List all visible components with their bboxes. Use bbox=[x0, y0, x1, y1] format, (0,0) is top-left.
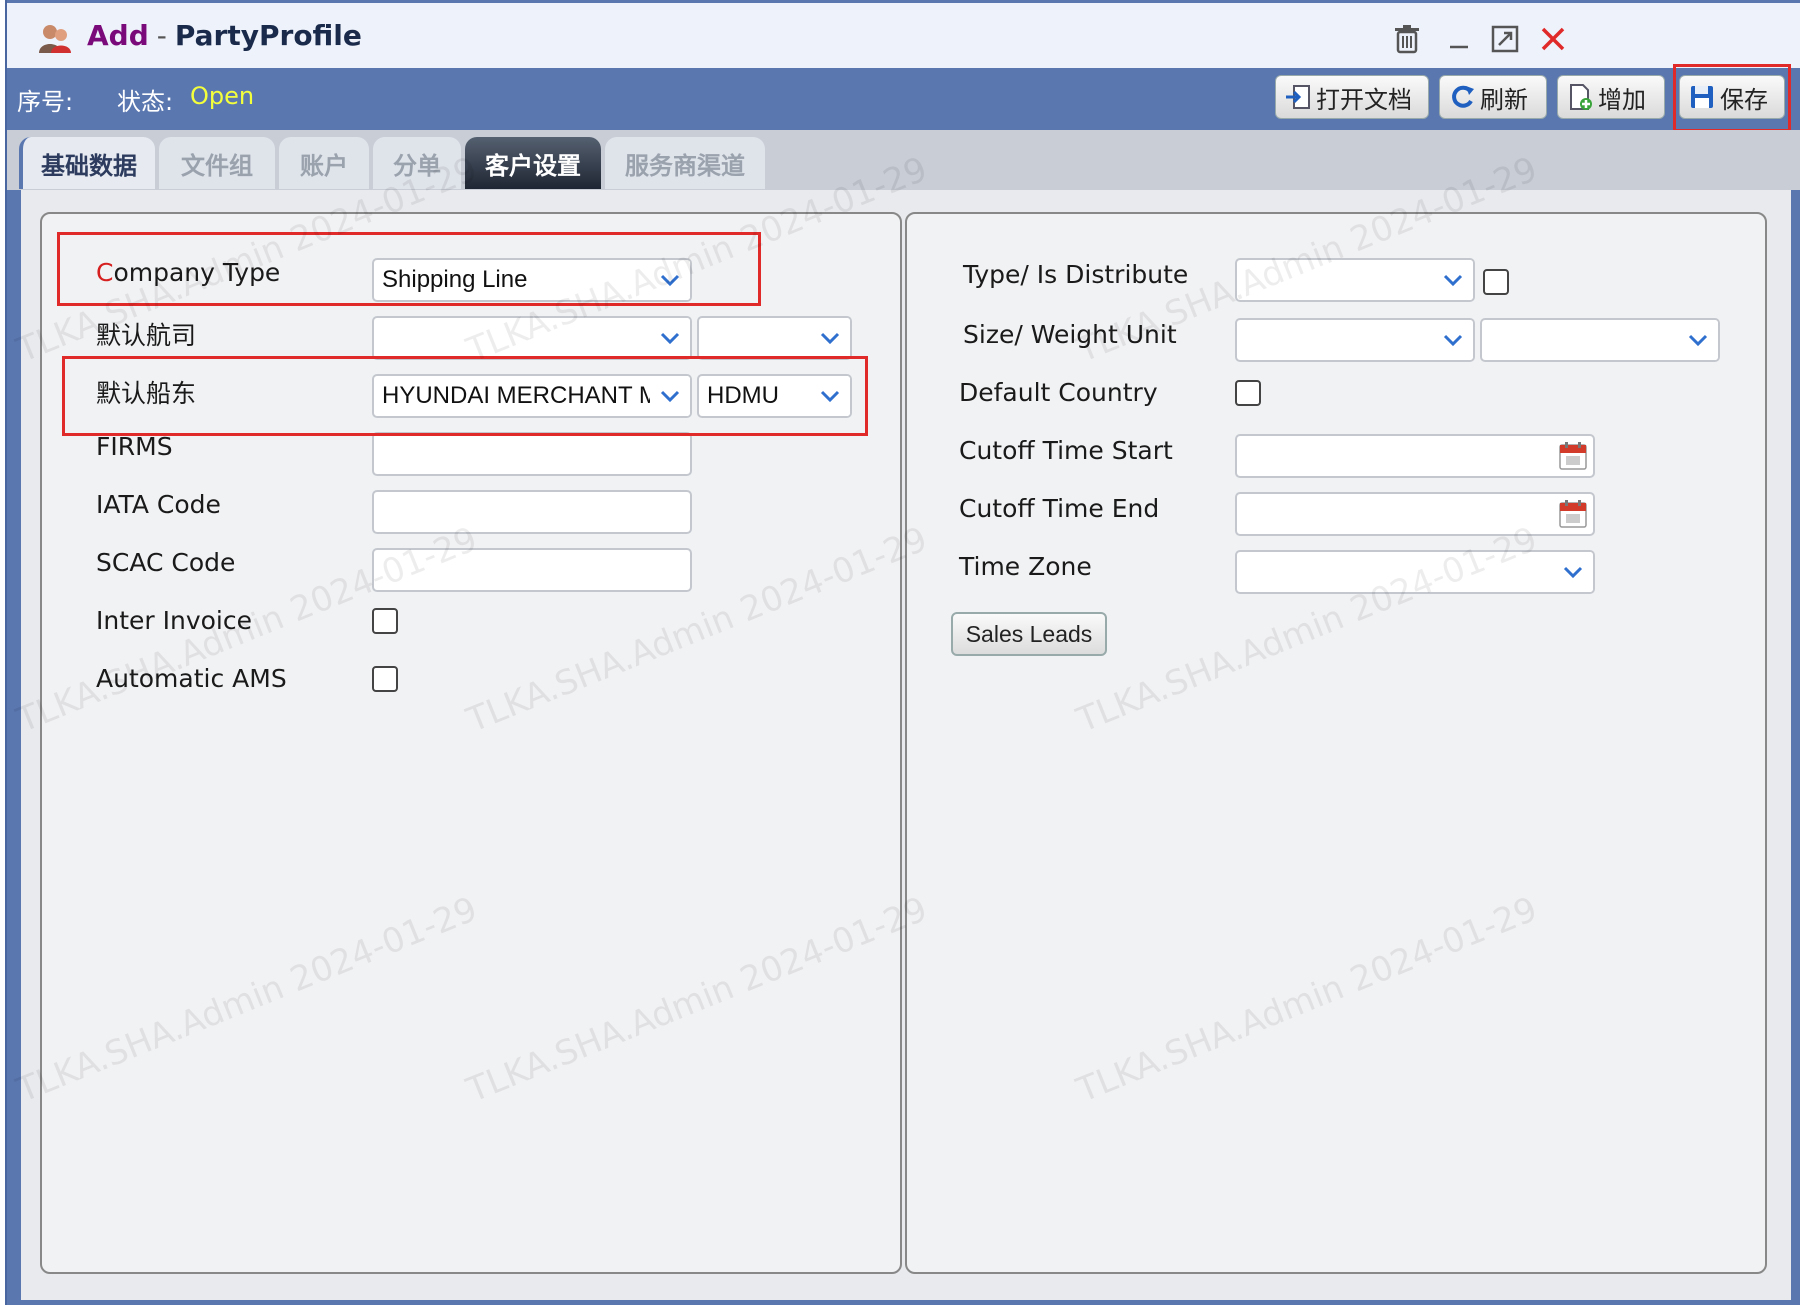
firms-input[interactable] bbox=[372, 432, 692, 476]
iata-code-label: IATA Code bbox=[96, 490, 221, 519]
right-panel: Type/ Is Distribute Size/ Weight Unit De… bbox=[905, 212, 1767, 1274]
window-title: Add - PartyProfile bbox=[87, 19, 362, 52]
add-document-icon bbox=[1570, 84, 1592, 110]
tab-service-channel[interactable]: 服务商渠道 bbox=[605, 137, 765, 189]
tab-customer-settings[interactable]: 客户设置 bbox=[465, 137, 601, 189]
tab-file-group[interactable]: 文件组 bbox=[159, 137, 275, 189]
tab-split-order[interactable]: 分单 bbox=[373, 137, 461, 189]
default-owner-label: 默认船东 bbox=[96, 379, 197, 408]
open-document-label: 打开文档 bbox=[1316, 85, 1412, 114]
open-document-icon bbox=[1286, 85, 1310, 109]
time-zone-select[interactable] bbox=[1235, 550, 1595, 594]
tab-strip: 基础数据 文件组 账户 分单 客户设置 服务商渠道 bbox=[7, 130, 1800, 190]
add-button[interactable]: 增加 bbox=[1557, 75, 1665, 119]
default-owner-value: HYUNDAI MERCHANT MARINE bbox=[382, 382, 690, 409]
status-label: 状态: bbox=[117, 88, 174, 116]
refresh-label: 刷新 bbox=[1480, 85, 1528, 114]
chevron-down-icon[interactable] bbox=[810, 318, 850, 358]
tab-content: Company Type Shipping Line 默认航司 默认船东 HYU… bbox=[11, 149, 1791, 1300]
company-type-label: Company Type bbox=[96, 258, 281, 287]
title-bar: Add - PartyProfile bbox=[7, 0, 1800, 68]
inter-invoice-checkbox[interactable] bbox=[372, 608, 398, 634]
chevron-down-icon[interactable] bbox=[1433, 320, 1473, 360]
type-distribute-label: Type/ Is Distribute bbox=[963, 260, 1189, 289]
default-carrier-label: 默认航司 bbox=[96, 321, 197, 350]
close-icon[interactable] bbox=[1535, 21, 1571, 57]
scac-code-input[interactable] bbox=[372, 548, 692, 592]
calendar-icon[interactable] bbox=[1555, 438, 1591, 474]
automatic-ams-label: Automatic AMS bbox=[96, 664, 287, 693]
calendar-icon[interactable] bbox=[1555, 496, 1591, 532]
company-type-value: Shipping Line bbox=[382, 266, 528, 293]
party-profile-window: Add - PartyProfile 序号: 状态: Open 打开文档 刷新 增加 bbox=[5, 0, 1800, 1305]
iata-code-input[interactable] bbox=[372, 490, 692, 534]
size-unit-select[interactable] bbox=[1235, 318, 1475, 362]
seq-label: 序号: bbox=[17, 88, 74, 116]
maximize-icon[interactable] bbox=[1487, 21, 1523, 57]
time-zone-label: Time Zone bbox=[959, 552, 1092, 581]
tab-account[interactable]: 账户 bbox=[279, 137, 369, 189]
refresh-button[interactable]: 刷新 bbox=[1439, 75, 1547, 119]
automatic-ams-checkbox[interactable] bbox=[372, 666, 398, 692]
toolbar: 序号: 状态: Open 打开文档 刷新 增加 保存 bbox=[7, 68, 1800, 130]
add-label: 增加 bbox=[1598, 85, 1646, 114]
cutoff-end-label: Cutoff Time End bbox=[959, 494, 1160, 523]
chevron-down-icon[interactable] bbox=[650, 318, 690, 358]
title-separator: - bbox=[156, 19, 167, 52]
sales-leads-button[interactable]: Sales Leads bbox=[951, 612, 1107, 656]
size-weight-label: Size/ Weight Unit bbox=[963, 320, 1177, 349]
chevron-down-icon[interactable] bbox=[650, 260, 690, 300]
default-carrier-code-select[interactable] bbox=[697, 316, 852, 360]
cutoff-end-input[interactable] bbox=[1235, 492, 1595, 536]
chevron-down-icon[interactable] bbox=[1433, 260, 1473, 300]
type-select[interactable] bbox=[1235, 258, 1475, 302]
chevron-down-icon[interactable] bbox=[1553, 552, 1593, 592]
tab-basic-data[interactable]: 基础数据 bbox=[19, 137, 155, 189]
title-name: PartyProfile bbox=[174, 19, 362, 52]
cutoff-start-label: Cutoff Time Start bbox=[959, 436, 1173, 465]
refresh-icon bbox=[1452, 85, 1474, 108]
open-document-button[interactable]: 打开文档 bbox=[1275, 75, 1429, 119]
status-value: Open bbox=[190, 82, 255, 110]
default-country-label: Default Country bbox=[959, 378, 1158, 407]
chevron-down-icon[interactable] bbox=[810, 376, 850, 416]
scac-code-label: SCAC Code bbox=[96, 548, 236, 577]
minimize-icon[interactable] bbox=[1441, 21, 1477, 57]
users-icon bbox=[37, 23, 73, 55]
default-carrier-select[interactable] bbox=[372, 316, 692, 360]
default-owner-code-select[interactable]: HDMU bbox=[697, 374, 852, 418]
firms-label: FIRMS bbox=[96, 432, 173, 461]
chevron-down-icon[interactable] bbox=[1678, 320, 1718, 360]
chevron-down-icon[interactable] bbox=[650, 376, 690, 416]
trash-icon[interactable] bbox=[1389, 21, 1425, 57]
save-button-highlight bbox=[1673, 64, 1791, 132]
title-action: Add bbox=[87, 19, 149, 52]
inter-invoice-label: Inter Invoice bbox=[96, 606, 253, 635]
cutoff-start-input[interactable] bbox=[1235, 434, 1595, 478]
weight-unit-select[interactable] bbox=[1480, 318, 1720, 362]
default-country-checkbox[interactable] bbox=[1235, 380, 1261, 406]
left-panel: Company Type Shipping Line 默认航司 默认船东 HYU… bbox=[40, 212, 902, 1274]
company-type-select[interactable]: Shipping Line bbox=[372, 258, 692, 302]
default-owner-select[interactable]: HYUNDAI MERCHANT MARINE bbox=[372, 374, 692, 418]
is-distribute-checkbox[interactable] bbox=[1483, 269, 1509, 295]
